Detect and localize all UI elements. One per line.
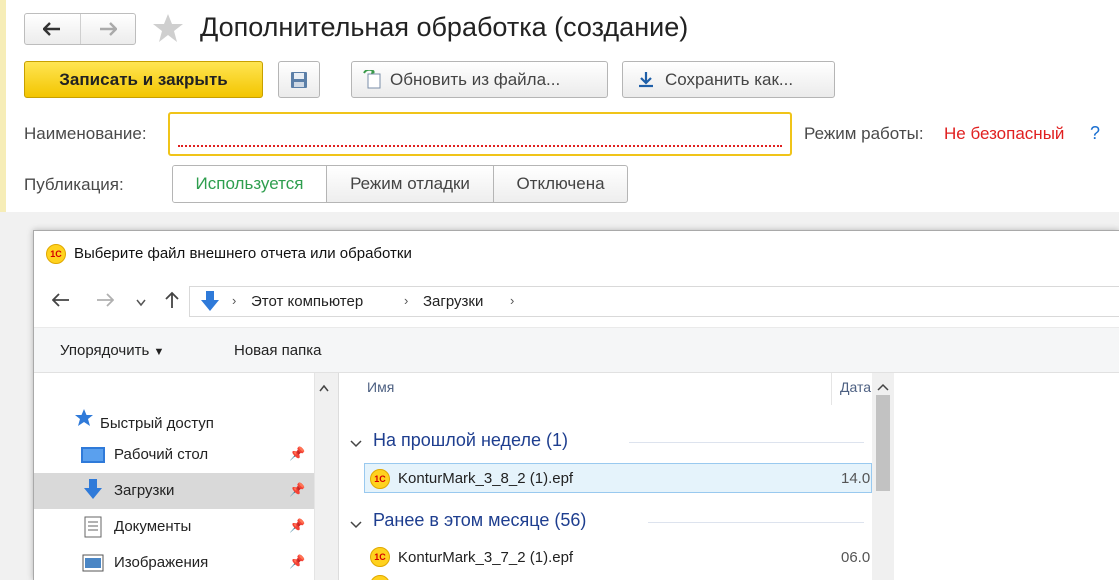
- downloads-arrow-icon: [200, 291, 220, 318]
- navigation-pane: Быстрый доступ Рабочий стол 📌 Загрузки 📌: [34, 373, 334, 580]
- arrow-right-icon: [99, 22, 117, 36]
- save-as-label: Сохранить как...: [665, 69, 794, 89]
- update-from-file-label: Обновить из файла...: [390, 69, 561, 89]
- page-title: Дополнительная обработка (создание): [200, 12, 689, 42]
- pin-icon[interactable]: 📌: [289, 482, 305, 498]
- nav-item-documents[interactable]: Документы 📌: [34, 509, 314, 545]
- group-header[interactable]: Ранее в этом месяце (56): [373, 510, 586, 531]
- new-folder-button[interactable]: Новая папка: [234, 342, 321, 359]
- file-open-dialog: 1C Выберите файл внешнего отчета или обр…: [33, 230, 1119, 580]
- nav-item-label: Рабочий стол: [114, 446, 209, 463]
- nav-item-desktop[interactable]: Рабочий стол 📌: [34, 437, 314, 473]
- 1c-file-icon: 1C: [370, 547, 390, 567]
- documents-icon: [84, 516, 102, 543]
- column-header-name[interactable]: Имя: [367, 379, 394, 395]
- preview-area: [894, 373, 1119, 580]
- app-window: Дополнительная обработка (создание) Запи…: [0, 0, 1119, 580]
- nav-item-label: Загрузки: [114, 482, 175, 499]
- floppy-disk-icon: [291, 71, 307, 88]
- quick-access[interactable]: Быстрый доступ: [100, 415, 214, 432]
- save-close-button[interactable]: Записать и закрыть: [24, 61, 263, 98]
- group-divider: [629, 442, 864, 443]
- scroll-up-icon[interactable]: [319, 379, 329, 397]
- nav-item-downloads[interactable]: Загрузки 📌: [34, 473, 314, 509]
- name-label: Наименование:: [24, 124, 147, 143]
- organize-label: Упорядочить: [60, 342, 150, 359]
- 1c-file-icon: 1C: [370, 469, 390, 489]
- name-field[interactable]: [168, 112, 792, 156]
- dialog-back-icon[interactable]: [51, 293, 70, 312]
- pictures-icon: [82, 554, 104, 577]
- publication-option-used[interactable]: Используется: [173, 166, 326, 202]
- download-icon: [639, 71, 653, 87]
- star-icon: [74, 409, 94, 432]
- column-header-date[interactable]: Дата: [840, 379, 872, 395]
- scroll-up-icon[interactable]: [877, 378, 889, 396]
- organize-menu[interactable]: Упорядочить ▼: [60, 342, 164, 359]
- dialog-forward-icon[interactable]: [96, 293, 115, 312]
- column-separator[interactable]: [831, 373, 832, 405]
- file-name[interactable]: KonturMark_3_7_2 (1).epf: [398, 549, 573, 566]
- publication-option-disabled[interactable]: Отключена: [493, 166, 627, 202]
- required-underline: [178, 145, 782, 147]
- scrollbar-thumb[interactable]: [876, 395, 890, 491]
- breadcrumb-chevron-icon: ›: [404, 293, 409, 308]
- mode-value[interactable]: Не безопасный: [944, 124, 1064, 144]
- help-icon[interactable]: ?: [1090, 123, 1100, 144]
- pin-icon[interactable]: 📌: [289, 446, 305, 462]
- file-date: 06.0: [841, 549, 871, 566]
- history-nav: [24, 13, 136, 45]
- arrow-left-icon: [43, 22, 61, 36]
- publication-switch: Используется Режим отладки Отключена: [172, 165, 628, 203]
- recent-dropdown-icon[interactable]: [136, 294, 146, 312]
- breadcrumb-downloads[interactable]: Загрузки: [423, 293, 483, 310]
- back-button[interactable]: [25, 14, 81, 44]
- dialog-toolbar: Упорядочить ▼ Новая папка: [34, 327, 1119, 373]
- forward-button[interactable]: [81, 14, 136, 44]
- group-collapse-icon[interactable]: [350, 435, 362, 453]
- nav-scrollbar[interactable]: [314, 373, 334, 580]
- file-date: 14.0: [841, 470, 871, 487]
- breadcrumb-chevron-icon: ›: [510, 293, 515, 308]
- mode-label: Режим работы:: [804, 124, 924, 143]
- favorite-star-icon[interactable]: [152, 13, 184, 48]
- nav-item-pictures[interactable]: Изображения 📌: [34, 545, 314, 580]
- save-button[interactable]: [278, 61, 320, 98]
- 1c-logo-icon: 1C: [46, 244, 66, 264]
- group-header[interactable]: На прошлой неделе (1): [373, 430, 568, 451]
- desktop-icon: [81, 447, 105, 470]
- pin-icon[interactable]: 📌: [289, 518, 305, 534]
- update-file-icon: [363, 69, 381, 88]
- address-bar[interactable]: › Этот компьютер › Загрузки ›: [189, 286, 1119, 317]
- downloads-icon: [83, 479, 103, 506]
- publication-option-debug[interactable]: Режим отладки: [326, 166, 493, 202]
- nav-item-label: Документы: [114, 518, 192, 535]
- breadcrumb-this-pc[interactable]: Этот компьютер: [251, 293, 363, 310]
- dialog-title: Выберите файл внешнего отчета или обрабо…: [74, 245, 412, 262]
- breadcrumb-chevron-icon: ›: [232, 293, 237, 308]
- group-divider: [648, 522, 864, 523]
- file-name: KonturMark_3_8_2 (1).epf: [398, 470, 574, 487]
- caret-down-icon: ▼: [153, 346, 165, 358]
- save-as-button[interactable]: Сохранить как...: [622, 61, 835, 98]
- update-from-file-button[interactable]: Обновить из файла...: [351, 61, 608, 98]
- pin-icon[interactable]: 📌: [289, 554, 305, 570]
- publication-label: Публикация:: [24, 175, 124, 194]
- up-folder-icon[interactable]: [164, 291, 180, 314]
- group-collapse-icon[interactable]: [350, 516, 362, 534]
- nav-item-label: Изображения: [114, 554, 209, 571]
- name-input[interactable]: [176, 120, 780, 148]
